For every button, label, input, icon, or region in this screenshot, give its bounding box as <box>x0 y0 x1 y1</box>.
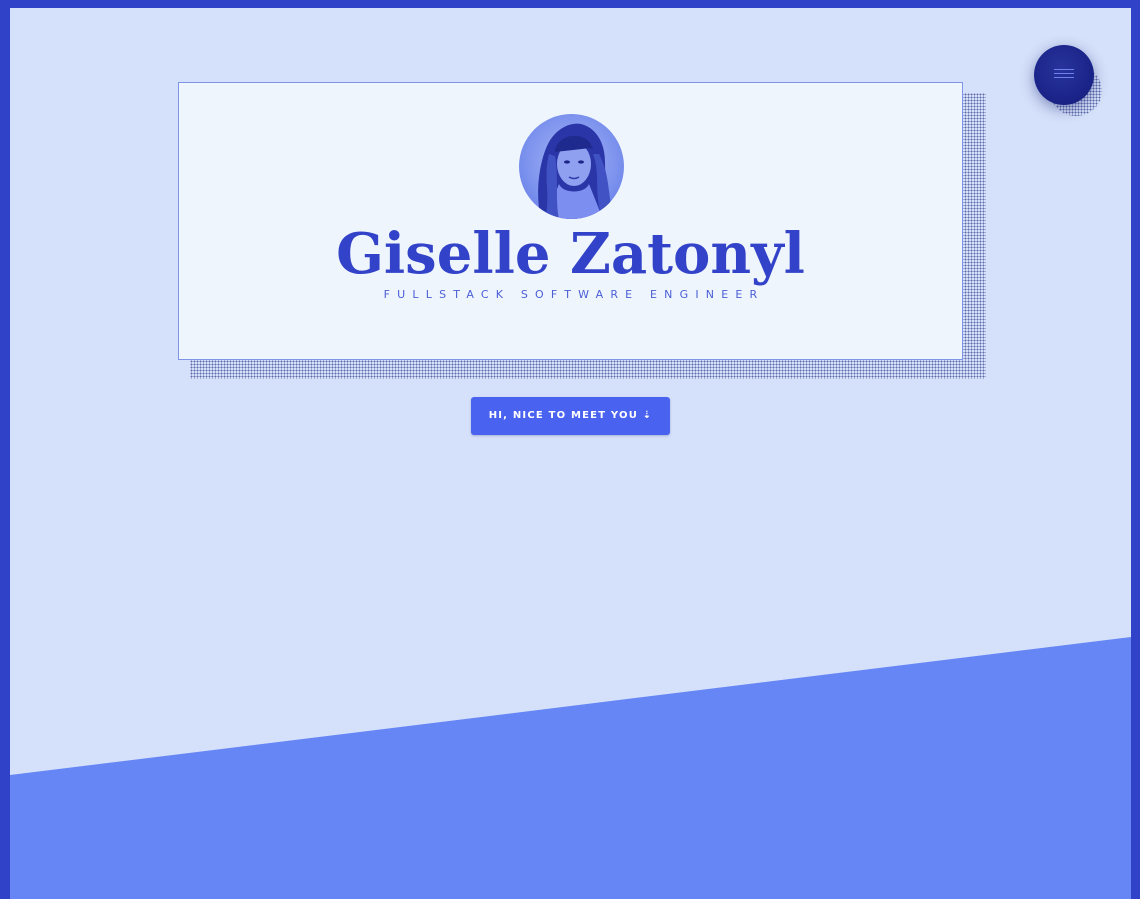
hero-card: Giselle Zatonyl FULLSTACK SOFTWARE ENGIN… <box>178 82 963 360</box>
menu-button[interactable] <box>1034 45 1094 105</box>
page-title: Giselle Zatonyl <box>336 221 805 287</box>
page-frame: Giselle Zatonyl FULLSTACK SOFTWARE ENGIN… <box>0 0 1140 899</box>
profile-photo-icon <box>538 123 615 219</box>
avatar <box>519 114 624 219</box>
hamburger-menu-icon <box>1054 69 1074 81</box>
job-title: FULLSTACK SOFTWARE ENGINEER <box>383 288 765 301</box>
intro-button[interactable]: HI, NICE TO MEET YOU ⇣ <box>471 397 670 435</box>
